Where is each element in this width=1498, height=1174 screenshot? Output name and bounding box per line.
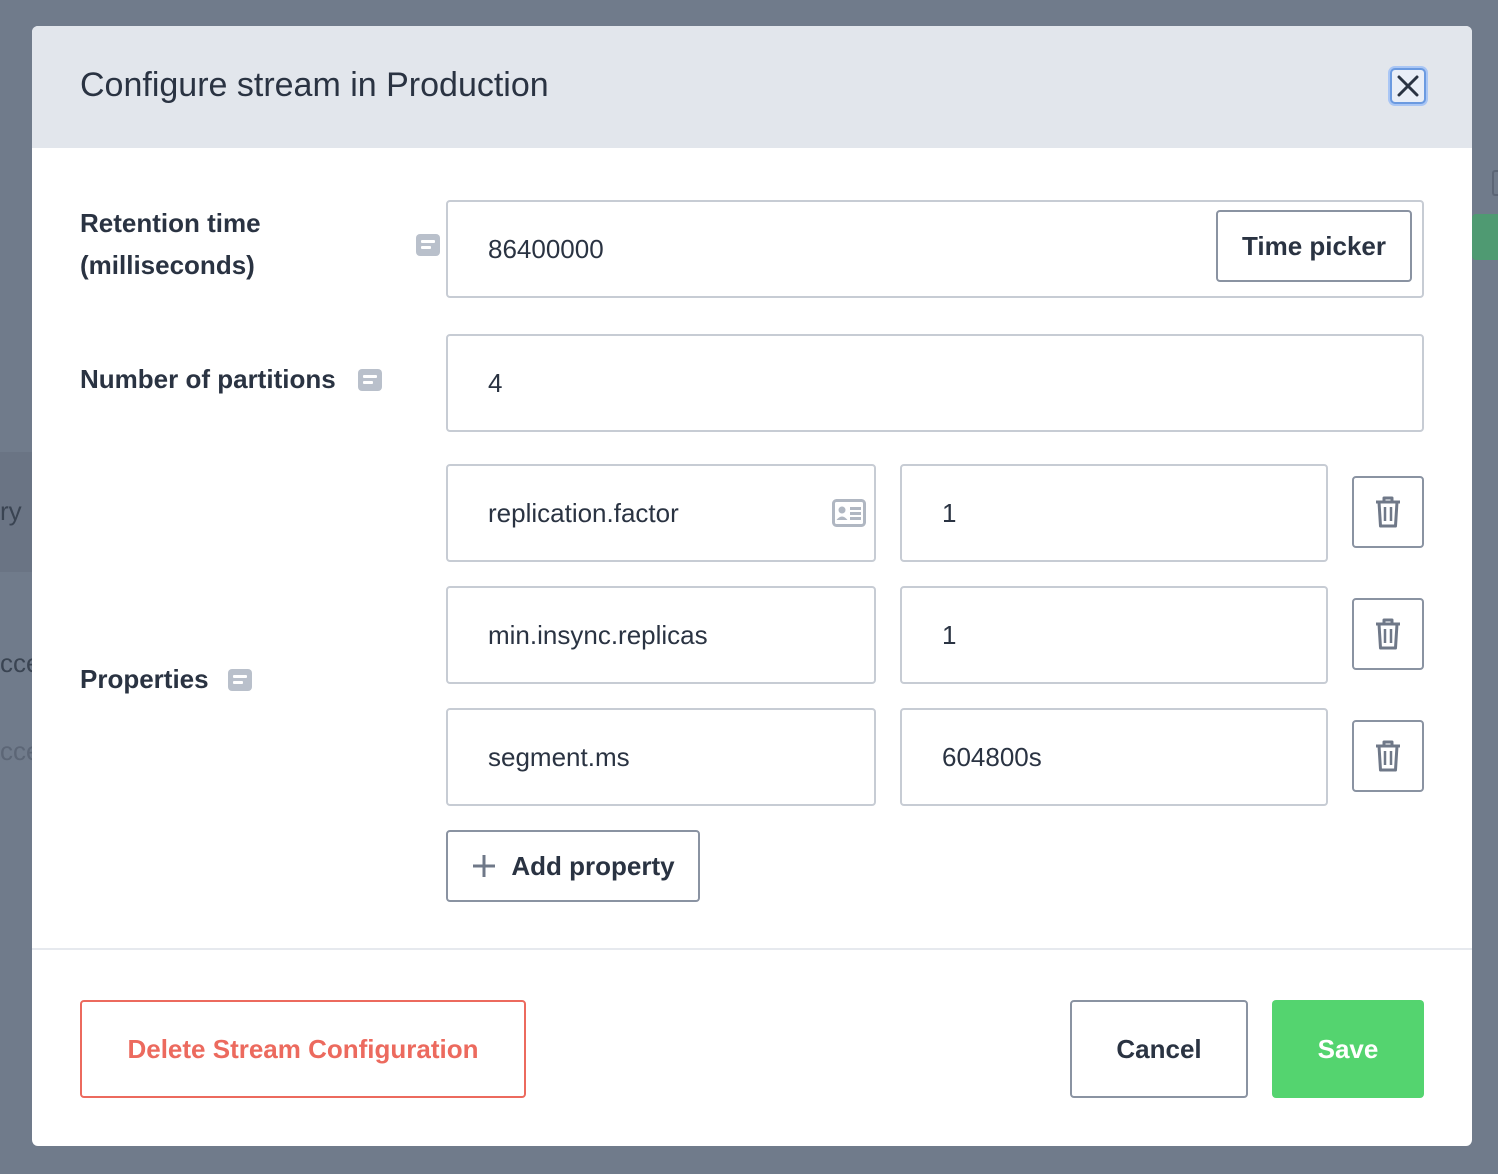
property-key-input[interactable]: min.insync.replicas xyxy=(446,586,876,684)
add-property-button[interactable]: Add property xyxy=(446,830,700,902)
configure-stream-dialog: Configure stream in Production Retention… xyxy=(32,26,1472,1146)
property-value-input[interactable]: 1 xyxy=(900,586,1328,684)
trash-icon xyxy=(1376,740,1400,772)
delete-stream-configuration-button[interactable]: Delete Stream Configuration xyxy=(80,1000,526,1098)
property-value-input[interactable]: 604800s xyxy=(900,708,1328,806)
retention-label-line2: (milliseconds) xyxy=(80,250,255,280)
save-button[interactable]: Save xyxy=(1272,1000,1424,1098)
partitions-label: Number of partitions xyxy=(80,364,336,394)
trash-icon xyxy=(1376,496,1400,528)
delete-property-button[interactable] xyxy=(1352,598,1424,670)
contact-card-icon[interactable] xyxy=(832,499,866,527)
partitions-help-icon[interactable] xyxy=(358,369,382,391)
property-value-text: 604800s xyxy=(942,741,1042,772)
plus-icon xyxy=(471,853,497,879)
property-value-input[interactable]: 1 xyxy=(900,464,1328,562)
properties-help-icon[interactable] xyxy=(228,669,252,691)
property-key-input[interactable]: segment.ms xyxy=(446,708,876,806)
delete-property-button[interactable] xyxy=(1352,720,1424,792)
close-button[interactable] xyxy=(1390,68,1426,104)
property-key-value: min.insync.replicas xyxy=(488,619,708,650)
property-key-value: replication.factor xyxy=(488,497,679,528)
property-key-input[interactable]: replication.factor xyxy=(446,464,876,562)
delete-property-button[interactable] xyxy=(1352,476,1424,548)
background-fragment: ry xyxy=(0,496,22,526)
properties-label: Properties xyxy=(80,664,209,694)
time-picker-button[interactable]: Time picker xyxy=(1216,210,1412,282)
footer-divider xyxy=(32,948,1472,950)
partitions-input[interactable]: 4 xyxy=(446,334,1424,432)
background-fragment xyxy=(1492,170,1498,196)
background-button-fragment xyxy=(1472,214,1498,260)
property-key-value: segment.ms xyxy=(488,741,630,772)
retention-label-line1: Retention time xyxy=(80,208,261,238)
add-property-label: Add property xyxy=(511,850,675,881)
dialog-header: Configure stream in Production xyxy=(32,26,1472,148)
retention-help-icon[interactable] xyxy=(416,234,440,256)
retention-value: 86400000 xyxy=(488,233,604,264)
dialog-title: Configure stream in Production xyxy=(80,66,549,104)
retention-label: Retention time (milliseconds) xyxy=(80,202,261,286)
cancel-button[interactable]: Cancel xyxy=(1070,1000,1248,1098)
trash-icon xyxy=(1376,618,1400,650)
property-value-text: 1 xyxy=(942,497,957,528)
partitions-value: 4 xyxy=(488,367,503,398)
close-icon xyxy=(1397,75,1419,97)
property-value-text: 1 xyxy=(942,619,957,650)
